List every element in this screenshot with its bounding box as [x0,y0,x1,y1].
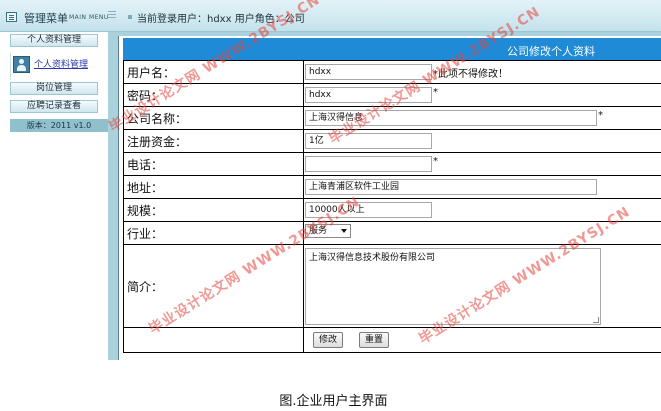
row-scale: 规模： 10000人以上 [123,198,661,222]
content-frame: 公司修改个人资料 用户名： hdxx *此项不得修改！ 密码： hdxx * 公… [118,36,661,360]
row-buttons: 修改 重置 [123,327,661,353]
row-industry: 行业： 服务 [123,221,661,245]
label-capital: 注册资金： [123,129,304,153]
current-user-info: 当前登录用户：hdxx 用户角色：公司 [137,14,305,25]
form-title: 公司修改个人资料 [507,45,595,58]
version-label: 版本：2011 v1.0 [10,119,108,132]
menu-title: 管理菜单 [24,12,68,25]
sidebar-item-job-management[interactable]: 岗位管理 [10,82,98,95]
row-company: 公司名称： 上海汉得信息 * [123,106,661,130]
password-field[interactable]: hdxx [305,87,432,103]
row-capital: 注册资金： 1亿 [123,129,661,153]
label-intro: 简介： [123,244,304,328]
row-address: 地址： 上海青浦区软件工业园 [123,175,661,199]
capital-field[interactable]: 1亿 [305,133,432,149]
scale-field[interactable]: 10000人以上 [305,202,432,218]
screenshot-root: 管理菜单 MAIN MENU 当前登录用户：hdxx 用户角色：公司 个人资料管… [0,0,661,411]
top-bar: 管理菜单 MAIN MENU 当前登录用户：hdxx 用户角色：公司 [0,0,661,32]
label-company: 公司名称： [123,106,304,130]
label-phone: 电话： [123,152,304,176]
intro-text: 上海汉得信息技术股份有限公司 [309,253,436,263]
phone-required-mark: * [433,156,438,167]
sidebar-item-profile-management[interactable]: 个人资料管理 [10,34,98,47]
profile-form: 用户名： hdxx *此项不得修改！ 密码： hdxx * 公司名称： 上海汉得… [123,60,661,353]
industry-selected-value: 服务 [309,226,328,236]
industry-select[interactable]: 服务 [305,224,351,238]
phone-field[interactable] [305,156,432,172]
label-username: 用户名： [123,60,304,84]
label-address: 地址： [123,175,304,199]
sidebar-link-profile[interactable]: 个人资料管理 [34,57,88,70]
label-scale: 规模： [123,198,304,222]
modify-button[interactable]: 修改 [313,332,343,348]
figure-caption: 图.企业用户主界面 [279,394,388,409]
address-field[interactable]: 上海青浦区软件工业园 [305,179,597,195]
collapse-lines-icon[interactable] [108,10,116,21]
chevron-down-icon [341,229,347,233]
main-panel: 公司修改个人资料 用户名： hdxx *此项不得修改！ 密码： hdxx * 公… [108,32,661,360]
reset-button[interactable]: 重置 [359,332,389,348]
row-phone: 电话： * [123,152,661,176]
sidebar: 个人资料管理 个人资料管理 岗位管理 应聘记录查看 版本：2011 v1.0 [0,32,108,411]
form-header: 公司修改个人资料 [123,38,661,60]
password-required-mark: * [433,87,438,98]
username-field[interactable]: hdxx [305,64,432,80]
menu-icon [6,12,17,22]
username-note: *此项不得修改！ [433,69,508,80]
company-required-mark: * [598,110,603,121]
user-profile-icon [13,56,30,73]
sidebar-submenu: 个人资料管理 [10,53,98,80]
row-password: 密码： hdxx * [123,83,661,107]
bullet-icon [128,15,132,19]
resize-grip-icon[interactable] [593,317,599,323]
company-name-field[interactable]: 上海汉得信息 [305,110,597,126]
label-password: 密码： [123,83,304,107]
menu-title-english: MAIN MENU [69,14,109,21]
label-industry: 行业： [123,221,304,245]
sidebar-item-application-records[interactable]: 应聘记录查看 [10,100,98,113]
row-username: 用户名： hdxx *此项不得修改！ [123,60,661,84]
intro-textarea[interactable]: 上海汉得信息技术股份有限公司 [305,248,601,325]
row-intro: 简介： 上海汉得信息技术股份有限公司 [123,244,661,328]
